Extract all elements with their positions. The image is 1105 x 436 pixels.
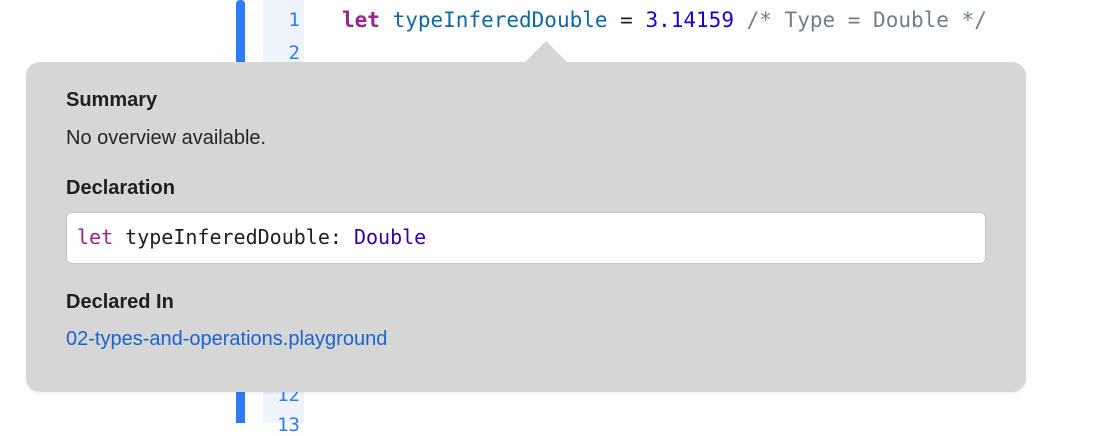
summary-text: No overview available.: [66, 127, 267, 149]
code-number: 3.14159: [645, 8, 734, 32]
declared-in-link[interactable]: 02-types-and-operations.playground: [66, 328, 387, 351]
popover-arrow: [524, 41, 568, 63]
declaration-heading: Declaration: [66, 177, 175, 199]
declaration-keyword: let: [77, 225, 114, 249]
line-number-13: 13: [277, 414, 300, 436]
code-comment: /* Type = Double */: [733, 8, 987, 32]
declaration-type[interactable]: Double: [354, 225, 426, 249]
declaration-box: let typeInferedDouble: Double: [66, 212, 986, 264]
line-number-2: 2: [288, 42, 300, 64]
declared-in-heading: Declared In: [66, 291, 174, 313]
declaration-name: typeInferedDouble:: [113, 225, 354, 249]
code-line-1[interactable]: let typeInferedDouble = 3.14159 /* Type …: [342, 7, 987, 33]
code-identifier[interactable]: typeInferedDouble: [393, 8, 608, 32]
code-keyword: let: [342, 8, 380, 32]
line-number-1: 1: [288, 9, 300, 31]
declaration-code: let typeInferedDouble: Double: [77, 225, 426, 249]
summary-heading: Summary: [66, 89, 158, 111]
code-operator: =: [607, 8, 646, 32]
quick-help-popover: Summary No overview available. Declarati…: [26, 41, 1026, 392]
